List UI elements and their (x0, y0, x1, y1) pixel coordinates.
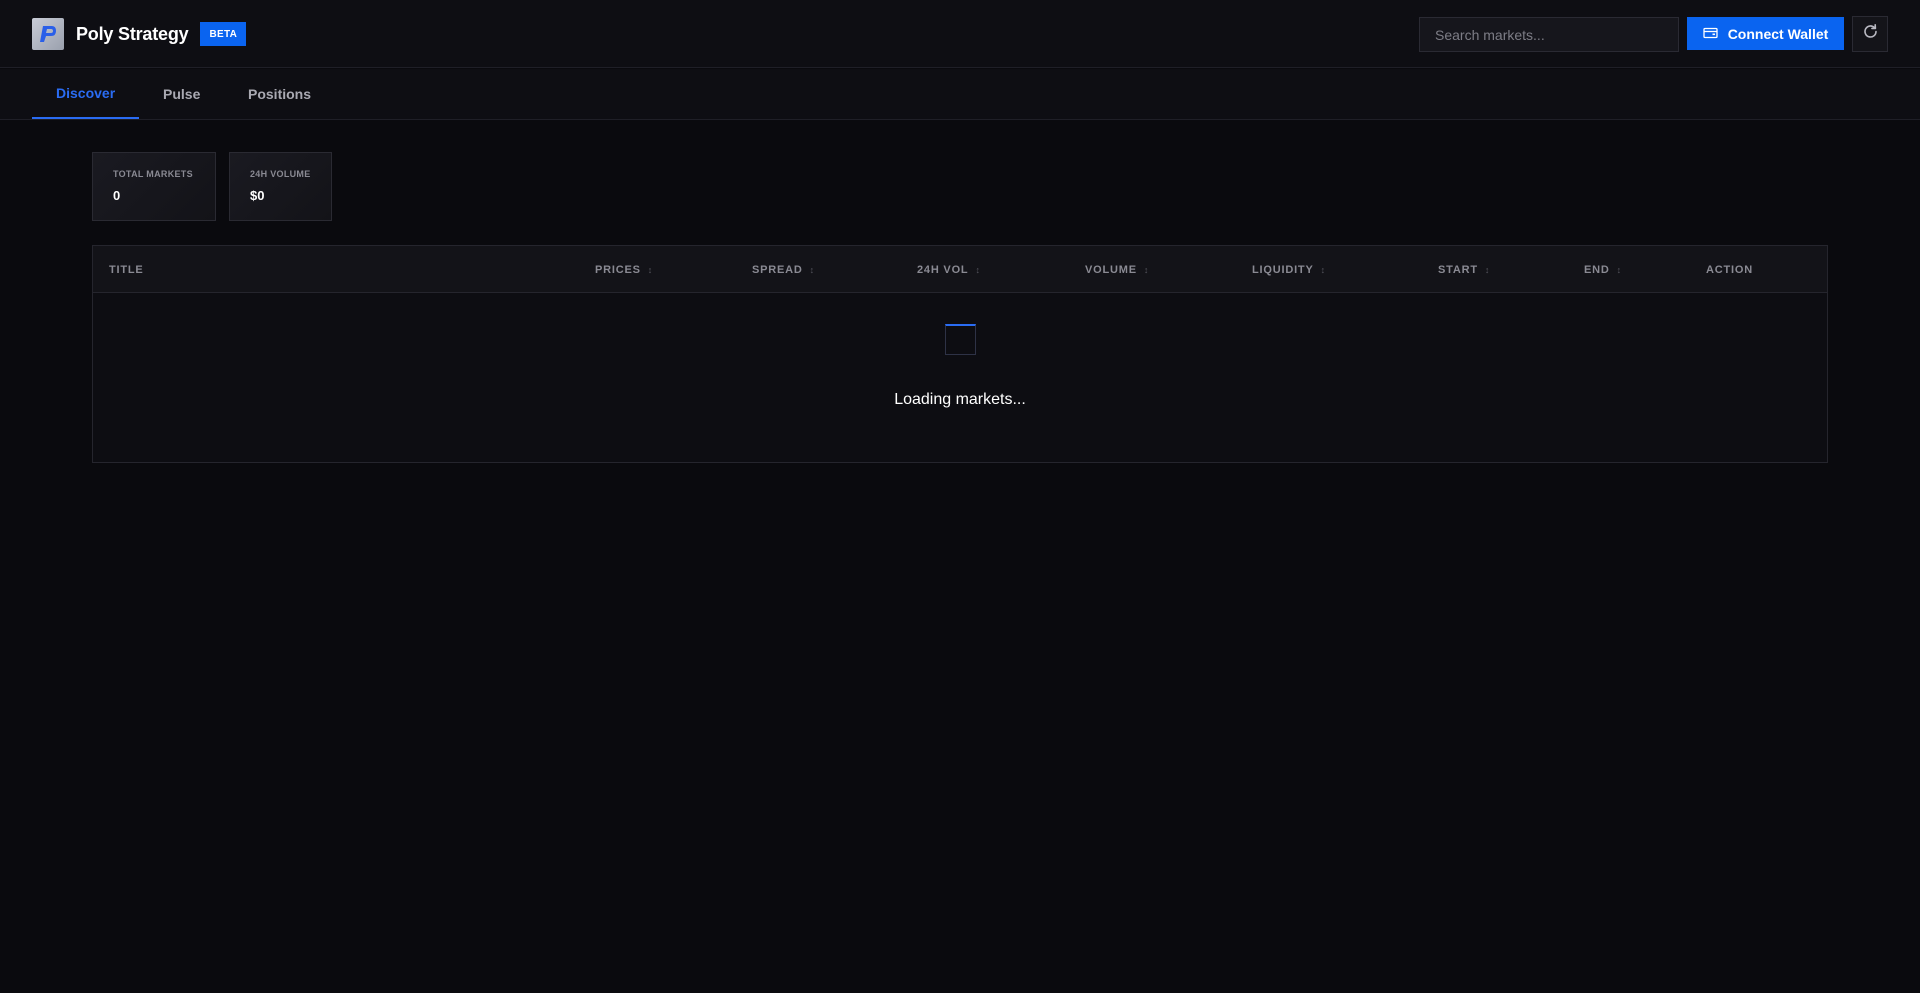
sort-icon: ↕ (975, 264, 981, 275)
loading-message: Loading markets... (894, 391, 1026, 408)
connect-wallet-label: Connect Wallet (1727, 25, 1829, 42)
sort-icon: ↕ (1143, 264, 1150, 275)
column-header-start[interactable]: START ↕ (1438, 246, 1490, 293)
column-header-title: TITLE (109, 263, 144, 276)
brand-name: Poly Strategy (76, 23, 189, 44)
connect-wallet-button[interactable]: Connect Wallet (1687, 17, 1844, 50)
tab-discover[interactable]: Discover (32, 69, 140, 119)
loading-spinner-icon (945, 324, 976, 355)
sort-icon: ↕ (1320, 264, 1326, 275)
sort-icon: ↕ (809, 264, 815, 275)
column-header-prices[interactable]: PRICES ↕ (595, 246, 653, 293)
column-header-24h-vol[interactable]: 24H VOL ↕ (917, 246, 981, 293)
main-tabs: Discover Pulse Positions (0, 69, 1920, 120)
column-header-spread[interactable]: SPREAD ↕ (752, 246, 815, 293)
stat-value: 0 (113, 188, 121, 203)
brand[interactable]: Poly Strategy BETA (32, 18, 247, 50)
refresh-button[interactable] (1852, 16, 1888, 52)
search-input[interactable] (1419, 17, 1679, 52)
stat-card-total-markets: TOTAL MARKETS 0 (92, 152, 216, 221)
stat-label: 24H VOLUME (250, 169, 311, 179)
table-header: TITLE PRICES ↕ SPREAD ↕ 24H VOL ↕ VOLUME ↕ L… (93, 246, 1827, 293)
sort-icon: ↕ (647, 264, 654, 275)
column-header-end[interactable]: END ↕ (1584, 246, 1622, 293)
column-header-liquidity[interactable]: LIQUIDITY ↕ (1252, 246, 1326, 293)
markets-table: TITLE PRICES ↕ SPREAD ↕ 24H VOL ↕ VOLUME ↕ L… (92, 245, 1828, 463)
sort-icon: ↕ (1616, 264, 1622, 275)
tab-positions[interactable]: Positions (224, 69, 335, 119)
stat-card-24h-volume: 24H VOLUME $0 (229, 152, 332, 221)
stat-label: TOTAL MARKETS (113, 169, 193, 179)
refresh-icon (1862, 23, 1879, 45)
sort-icon: ↕ (1484, 264, 1491, 275)
column-header-volume[interactable]: VOLUME ↕ (1085, 246, 1149, 293)
column-header-action: ACTION (1706, 263, 1753, 276)
tab-pulse[interactable]: Pulse (139, 69, 224, 119)
beta-badge: BETA (200, 22, 247, 46)
top-header: Poly Strategy BETA Connect Wallet (0, 0, 1920, 68)
wallet-icon (1703, 26, 1718, 42)
stat-value: $0 (250, 188, 265, 203)
polymarket-logo-icon (32, 18, 64, 50)
